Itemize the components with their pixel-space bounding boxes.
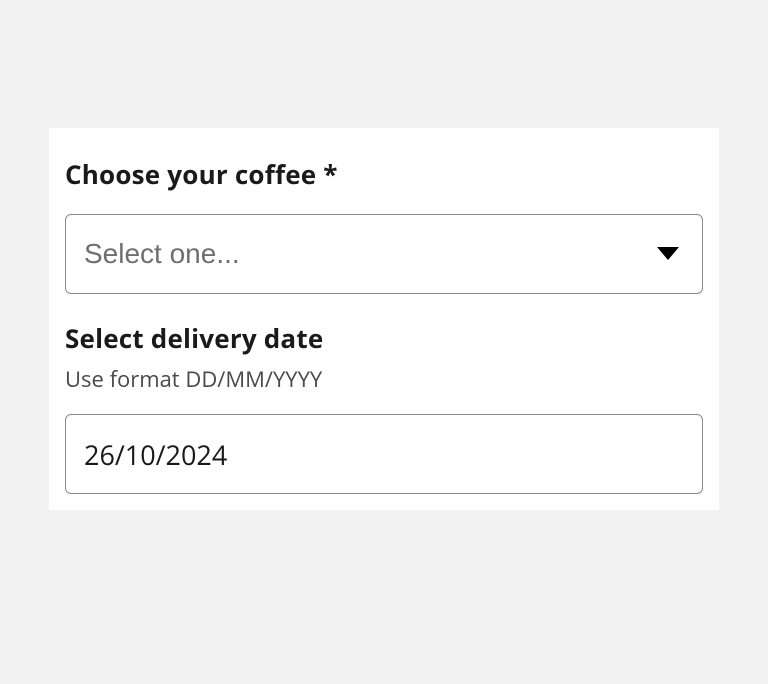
form-card: Choose your coffee * Select one... Selec…	[49, 128, 719, 510]
delivery-date-label: Select delivery date	[65, 320, 703, 356]
coffee-select-placeholder: Select one...	[84, 238, 240, 270]
coffee-field: Choose your coffee * Select one...	[65, 156, 703, 294]
delivery-date-input[interactable]	[65, 414, 703, 494]
coffee-label: Choose your coffee *	[65, 156, 703, 192]
coffee-select-wrap: Select one...	[65, 214, 703, 294]
coffee-select[interactable]: Select one...	[65, 214, 703, 294]
delivery-date-hint: Use format DD/MM/YYYY	[65, 364, 703, 394]
delivery-date-field: Select delivery date Use format DD/MM/YY…	[65, 320, 703, 494]
